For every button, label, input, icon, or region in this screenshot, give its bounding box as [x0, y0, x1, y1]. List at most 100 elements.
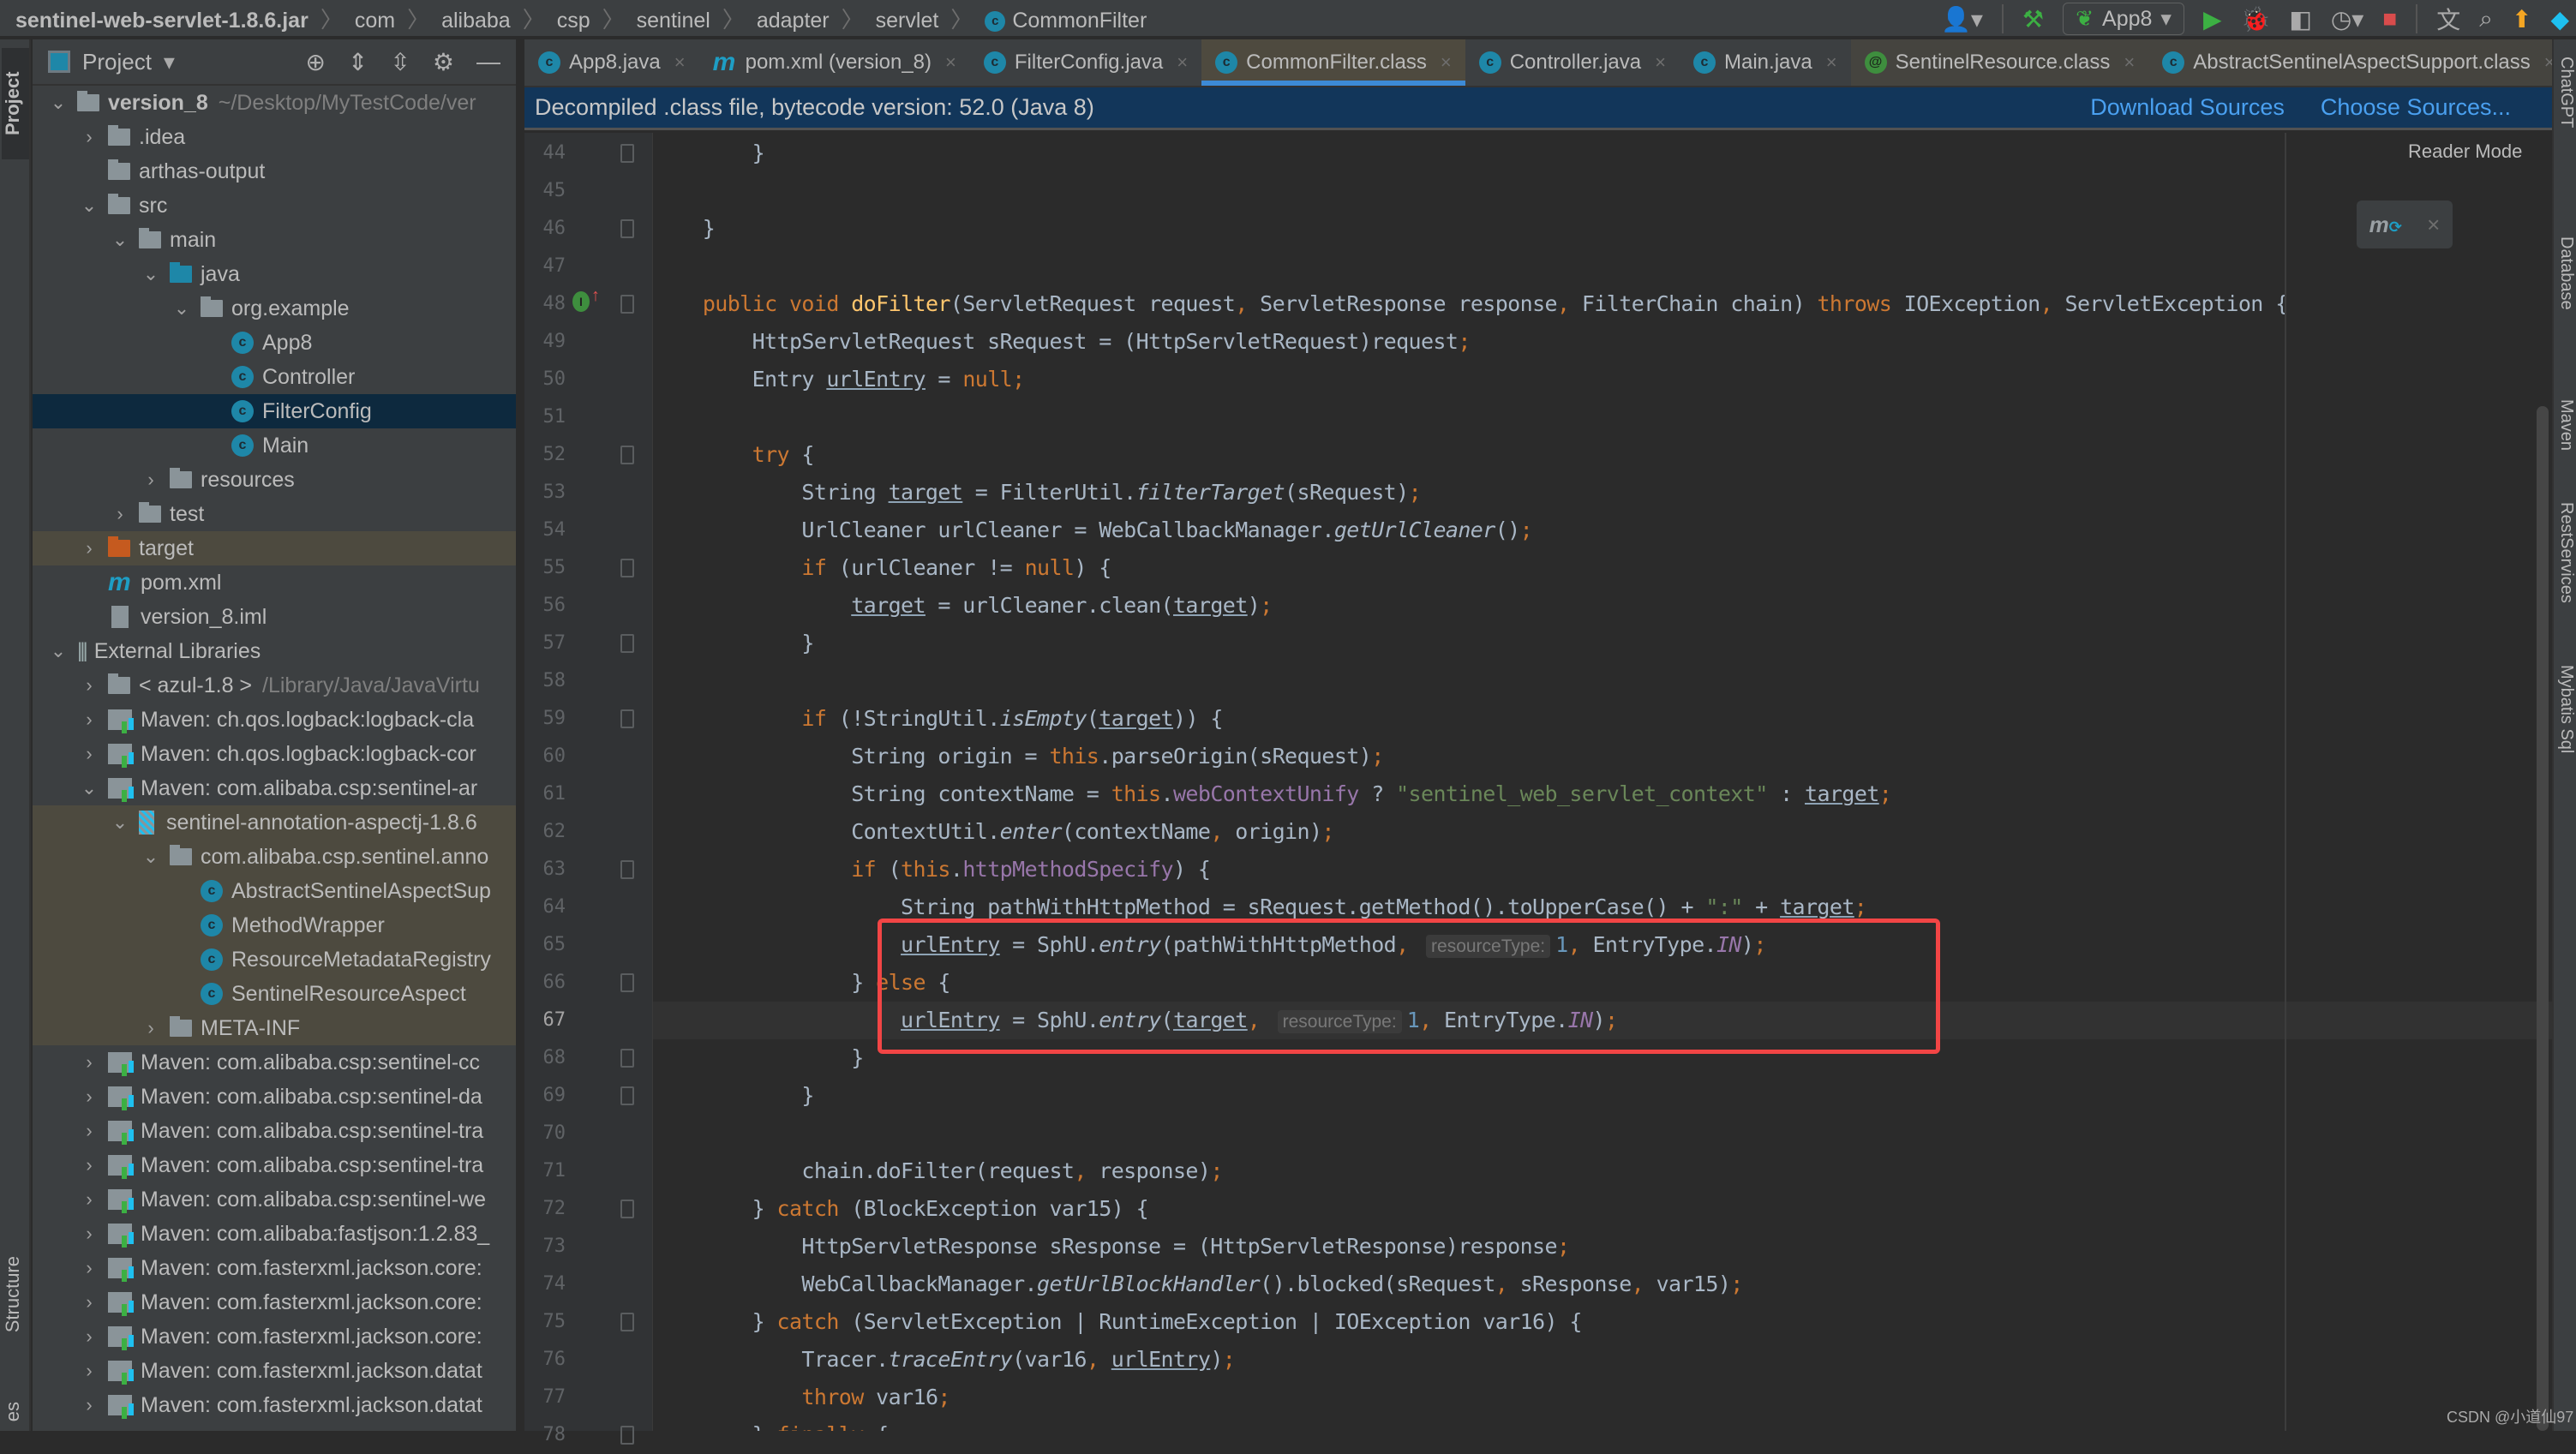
breadcrumb-item[interactable]: adapter — [757, 9, 830, 33]
code-line[interactable]: HttpServletResponse sResponse = (HttpSer… — [653, 1228, 2552, 1266]
fold-toggle-icon[interactable] — [620, 1049, 634, 1068]
chevron-down-icon[interactable]: ⌄ — [141, 846, 161, 868]
chevron-right-icon[interactable]: › — [79, 1257, 99, 1279]
breadcrumb-item[interactable]: servlet — [876, 9, 939, 33]
tree-item[interactable]: › Maven: com.alibaba.csp:sentinel-da — [33, 1080, 516, 1114]
update-icon[interactable]: ⬆ — [2512, 5, 2531, 33]
editor-tab[interactable]: c Main.java × — [1680, 39, 1851, 86]
implements-method-icon[interactable]: I — [572, 291, 590, 312]
breadcrumb-item[interactable]: alibaba — [441, 9, 511, 33]
tool-window-restservices-tab[interactable]: RestServices — [2556, 502, 2576, 603]
tree-item[interactable]: › target — [33, 531, 516, 565]
tree-item[interactable]: ⌄ version_8 ~/Desktop/MyTestCode/ver — [33, 86, 516, 120]
fold-toggle-icon[interactable] — [620, 1313, 634, 1331]
code-line[interactable] — [653, 172, 2552, 210]
breadcrumb-item[interactable]: csp — [557, 9, 590, 33]
chevron-right-icon[interactable]: › — [110, 503, 130, 525]
chevron-right-icon[interactable]: › — [79, 674, 99, 697]
fold-toggle-icon[interactable] — [620, 973, 634, 992]
fold-toggle-icon[interactable] — [620, 709, 634, 728]
tree-item[interactable]: › Maven: com.fasterxml.jackson.datat — [33, 1354, 516, 1388]
close-icon[interactable]: × — [1655, 51, 1666, 74]
tree-item[interactable]: ›arthas-output — [33, 154, 516, 188]
editor-tab[interactable]: c Controller.java × — [1465, 39, 1680, 86]
fold-toggle-icon[interactable] — [620, 634, 634, 653]
tree-item[interactable]: ›cMethodWrapper — [33, 908, 516, 942]
tree-item[interactable]: › Maven: ch.qos.logback:logback-cor — [33, 737, 516, 771]
maven-reload-icon[interactable]: m⟳ — [2369, 212, 2402, 238]
line-number[interactable]: 78 — [524, 1416, 566, 1454]
tree-item[interactable]: › Maven: com.fasterxml.jackson.core: — [33, 1285, 516, 1319]
code-line[interactable] — [653, 248, 2552, 285]
close-icon[interactable]: × — [1441, 51, 1452, 74]
code-line[interactable]: } — [653, 1039, 2552, 1077]
code-line[interactable]: Entry urlEntry = null; — [653, 361, 2552, 398]
chevron-right-icon[interactable]: › — [79, 537, 99, 559]
chevron-down-icon[interactable]: ⌄ — [48, 640, 69, 662]
code-line[interactable]: UrlCleaner urlCleaner = WebCallbackManag… — [653, 512, 2552, 549]
chevron-down-icon[interactable]: ⌄ — [79, 194, 99, 217]
tool-window-mybatis-sql-tab[interactable]: Mybatis Sql — [2556, 665, 2576, 753]
line-number[interactable]: 59 — [524, 700, 566, 738]
line-number[interactable]: 49 — [524, 323, 566, 361]
translate-icon[interactable]: 文 — [2436, 2, 2460, 36]
code-line[interactable]: if (this.httpMethodSpecify) { — [653, 851, 2552, 889]
line-number[interactable]: 47 — [524, 248, 566, 285]
line-number[interactable]: 62 — [524, 813, 566, 851]
editor-tab[interactable]: c AbstractSentinelAspectSupport.class × — [2148, 39, 2569, 86]
chevron-right-icon[interactable]: › — [79, 1394, 99, 1416]
fold-toggle-icon[interactable] — [620, 860, 634, 879]
tree-item[interactable]: › Maven: com.fasterxml.jackson.core: — [33, 1251, 516, 1285]
line-number[interactable]: 57 — [524, 625, 566, 662]
tree-item[interactable]: ⌄ main — [33, 223, 516, 257]
fold-toggle-icon[interactable] — [620, 295, 634, 314]
download-sources-link[interactable]: Download Sources — [2090, 94, 2285, 121]
code-line[interactable]: String origin = this.parseOrigin(sReques… — [653, 738, 2552, 775]
line-number[interactable]: 68 — [524, 1039, 566, 1077]
tree-item[interactable]: ›cApp8 — [33, 326, 516, 360]
tree-item[interactable]: › Maven: com.alibaba.csp:sentinel-we — [33, 1182, 516, 1217]
chevron-right-icon[interactable]: › — [141, 469, 161, 491]
line-number[interactable]: 77 — [524, 1379, 566, 1416]
line-number[interactable]: 66 — [524, 964, 566, 1002]
line-number[interactable]: 55 — [524, 549, 566, 587]
chevron-right-icon[interactable]: › — [79, 1360, 99, 1382]
tree-item[interactable]: ›cFilterConfig — [33, 394, 516, 428]
editor-tab[interactable]: m pom.xml (version_8) × — [699, 39, 970, 86]
tree-item[interactable]: › Maven: com.alibaba.csp:sentinel-tra — [33, 1148, 516, 1182]
tree-item[interactable]: › Maven: com.fasterxml.jackson.core: — [33, 1319, 516, 1354]
chevron-down-icon[interactable]: ⌄ — [48, 92, 69, 114]
tool-window-project-tab[interactable]: Project — [2, 48, 29, 159]
code-editor[interactable]: } } public void doFilter(ServletRequest … — [653, 133, 2552, 1431]
line-number[interactable]: 75 — [524, 1303, 566, 1341]
line-number[interactable]: 46 — [524, 210, 566, 248]
tree-item[interactable]: ⌄ ||| External Libraries — [33, 634, 516, 668]
chevron-down-icon[interactable]: ⌄ — [171, 297, 192, 320]
line-number[interactable]: 60 — [524, 738, 566, 775]
chevron-right-icon[interactable]: › — [79, 1223, 99, 1245]
editor-tab[interactable]: c App8.java × — [524, 39, 699, 86]
code-line[interactable]: } — [653, 625, 2552, 662]
plugin-icon[interactable]: ◆ — [2550, 5, 2569, 33]
tree-item[interactable]: ›version_8.iml — [33, 600, 516, 634]
code-line[interactable] — [653, 398, 2552, 436]
tree-item[interactable]: ›cController — [33, 360, 516, 394]
chevron-down-icon[interactable]: ▾ — [164, 49, 175, 75]
close-icon[interactable]: × — [945, 51, 956, 74]
close-icon[interactable]: × — [674, 51, 686, 74]
tree-item[interactable]: › Maven: com.alibaba.csp:sentinel-tra — [33, 1114, 516, 1148]
line-number[interactable]: 48 — [524, 285, 566, 323]
tool-window-chatgpt-tab[interactable]: ChatGPT — [2556, 57, 2576, 128]
line-number[interactable]: 63 — [524, 851, 566, 889]
build-hammer-icon[interactable]: ⚒ — [2022, 5, 2044, 33]
hide-panel-icon[interactable]: — — [476, 48, 500, 76]
tree-item[interactable]: › < azul-1.8 > /Library/Java/JavaVirtu — [33, 668, 516, 703]
tree-item[interactable]: ›cSentinelResourceAspect — [33, 977, 516, 1011]
code-line[interactable]: ContextUtil.enter(contextName, origin); — [653, 813, 2552, 851]
line-number[interactable]: 52 — [524, 436, 566, 474]
code-line[interactable]: } finally { — [653, 1416, 2552, 1431]
code-line[interactable]: if (!StringUtil.isEmpty(target)) { — [653, 700, 2552, 738]
line-number[interactable]: 44 — [524, 135, 566, 172]
chevron-down-icon[interactable]: ⌄ — [141, 263, 161, 285]
tree-item[interactable]: ›mpom.xml — [33, 565, 516, 600]
